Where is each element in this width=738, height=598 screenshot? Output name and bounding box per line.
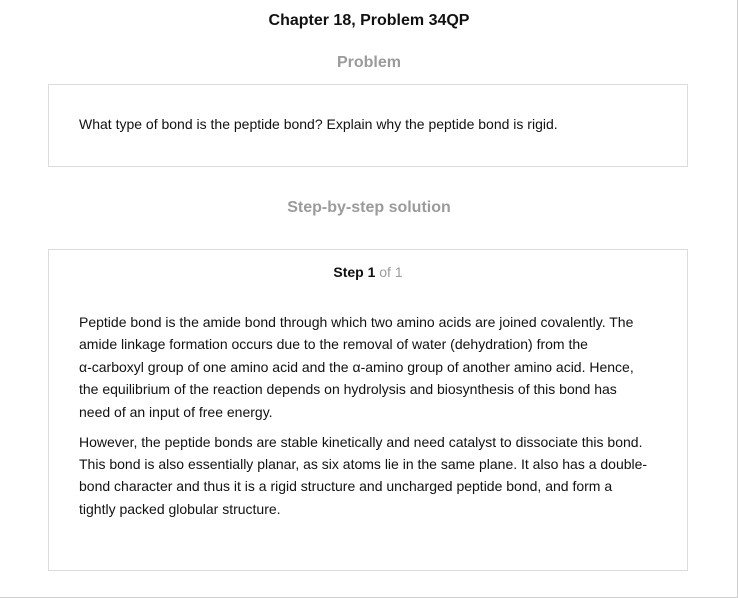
step-number: Step 1 xyxy=(333,264,376,280)
paragraph-line: This bond is also essentially planar, as… xyxy=(79,455,648,472)
problem-heading: Problem xyxy=(336,54,401,71)
solution-heading: Step-by-step solution xyxy=(287,199,451,216)
step-indicator: Step 1 of 1 xyxy=(49,264,687,280)
solution-paragraph: However, the peptide bonds are stable ki… xyxy=(79,431,664,521)
paragraph-line: tightly packed globular structure. xyxy=(79,500,281,517)
paragraph-line: the equilibrium of the reaction depends … xyxy=(79,381,617,398)
step-body: Peptide bond is the amide bond through w… xyxy=(79,311,664,520)
paragraph-line: However, the peptide bonds are stable ki… xyxy=(79,433,643,450)
problem-text: What type of bond is the peptide bond? E… xyxy=(79,116,558,132)
paragraph-line: Peptide bond is the amide bond through w… xyxy=(79,314,634,330)
step-total: of 1 xyxy=(375,264,403,280)
paragraph-line: bond character and thus it is a rigid st… xyxy=(79,478,613,495)
paragraph-line: α-carboxyl group of one amino acid and t… xyxy=(79,358,634,375)
page-title: Chapter 18, Problem 34QP xyxy=(268,12,470,29)
problem-box: What type of bond is the peptide bond? E… xyxy=(48,84,688,167)
paragraph-line: amide linkage formation occurs due to th… xyxy=(79,336,588,353)
solution-paragraph: Peptide bond is the amide bond through w… xyxy=(79,311,664,423)
solution-box: Step 1 of 1 Peptide bond is the amide bo… xyxy=(48,249,688,571)
paragraph-line: need of an input of free energy. xyxy=(79,403,273,420)
